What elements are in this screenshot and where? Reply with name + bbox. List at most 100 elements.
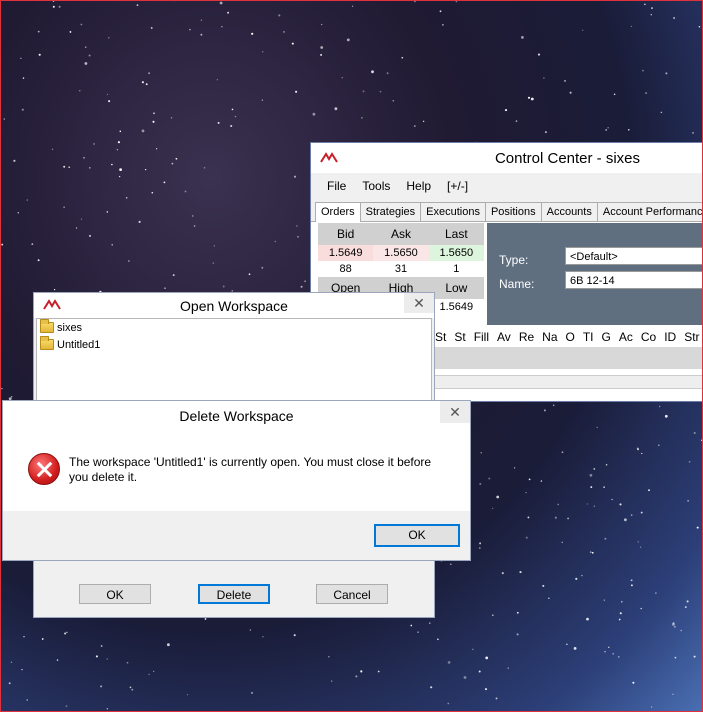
star [79, 90, 81, 92]
ask-price[interactable]: 1.5650 [373, 245, 429, 261]
star [630, 25, 633, 28]
grid-column-header[interactable]: Na [538, 327, 561, 347]
star [491, 614, 494, 617]
star [108, 100, 111, 103]
grid-column-header[interactable]: Ac [615, 327, 637, 347]
star [125, 197, 128, 199]
open-workspace-titlebar[interactable]: Open Workspace ✕ [34, 293, 434, 318]
star [83, 156, 85, 159]
star [249, 629, 251, 631]
delete-workspace-titlebar[interactable]: Delete Workspace ✕ [3, 401, 470, 429]
grid-column-header[interactable]: G [598, 327, 615, 347]
grid-column-header[interactable]: Re [515, 327, 538, 347]
star [627, 128, 630, 131]
star [320, 46, 324, 49]
name-select[interactable]: 6B 12-14 [565, 271, 703, 289]
grid-column-header[interactable]: Fill [470, 327, 493, 347]
star [392, 99, 395, 102]
star [632, 681, 635, 684]
ask-size: 31 [394, 263, 408, 275]
star [590, 486, 593, 489]
star [439, 10, 442, 13]
star [148, 72, 151, 75]
ok-button[interactable]: OK [79, 584, 151, 604]
delete-workspace-close-icon[interactable]: ✕ [440, 401, 470, 423]
star [657, 444, 660, 447]
menu-expand-toggle[interactable]: [+/-] [439, 179, 476, 193]
tab-accounts[interactable]: Accounts [540, 202, 598, 221]
star [430, 686, 433, 689]
list-item[interactable]: sixes [37, 319, 431, 336]
delete-ok-button[interactable]: OK [374, 524, 460, 547]
control-center-titlebar[interactable]: Control Center - sixes [311, 143, 703, 173]
star [589, 473, 593, 477]
star [485, 656, 489, 660]
grid-column-header[interactable]: O [562, 327, 579, 347]
error-icon [28, 453, 60, 485]
star [581, 574, 583, 577]
star [613, 93, 616, 96]
star [80, 23, 83, 26]
star [684, 606, 687, 609]
star [417, 631, 419, 633]
grid-column-header[interactable]: TI [579, 327, 598, 347]
star [291, 42, 294, 45]
open-workspace-close-icon[interactable]: ✕ [404, 293, 434, 313]
star [10, 395, 13, 398]
grid-column-header[interactable]: Str [680, 327, 703, 347]
tab-orders[interactable]: Orders [315, 202, 361, 222]
star [379, 90, 382, 93]
star [692, 132, 694, 134]
star [56, 659, 59, 661]
star [167, 643, 170, 647]
bid-price[interactable]: 1.5649 [318, 245, 374, 261]
last-size: 1 [453, 263, 460, 275]
menu-tools[interactable]: Tools [354, 179, 398, 193]
orders-grid-body[interactable] [431, 347, 703, 369]
grid-column-header[interactable]: St [450, 327, 469, 347]
star [455, 0, 458, 3]
star [234, 115, 237, 118]
star [377, 670, 380, 673]
star [219, 1, 223, 5]
star [88, 54, 91, 57]
star [604, 537, 607, 540]
tab-strategies[interactable]: Strategies [359, 202, 422, 221]
star [491, 507, 494, 510]
star [674, 656, 677, 659]
tab-executions[interactable]: Executions [420, 202, 486, 221]
star [437, 638, 439, 641]
workspace-list[interactable]: sixes Untitled1 [36, 318, 432, 408]
star [672, 621, 675, 624]
type-select[interactable]: <Default> [565, 247, 703, 265]
list-item[interactable]: Untitled1 [37, 336, 431, 353]
star [386, 72, 389, 75]
star [251, 32, 254, 35]
star [593, 468, 596, 470]
cancel-button[interactable]: Cancel [316, 584, 388, 604]
star [261, 99, 264, 101]
star [203, 166, 206, 169]
bid-header: Bid [336, 227, 355, 241]
star [148, 673, 150, 676]
menu-file[interactable]: File [311, 179, 354, 193]
star [13, 159, 16, 162]
star [23, 635, 25, 638]
star [371, 70, 374, 74]
star [21, 668, 23, 671]
low-value: 1.5649 [439, 301, 474, 313]
tab-account-performance[interactable]: Account Performance [596, 202, 703, 221]
star [53, 288, 56, 291]
grid-column-header[interactable]: ID [660, 327, 680, 347]
star [618, 618, 621, 621]
star [69, 30, 72, 33]
grid-column-header[interactable]: Av [493, 327, 515, 347]
star [563, 79, 567, 82]
grid-column-header[interactable]: Co [637, 327, 660, 347]
tab-positions[interactable]: Positions [484, 202, 542, 221]
menu-help[interactable]: Help [398, 179, 439, 193]
star [680, 629, 682, 632]
delete-button[interactable]: Delete [198, 584, 270, 604]
orders-grid-scrollbar[interactable] [431, 375, 703, 389]
star [484, 688, 488, 691]
